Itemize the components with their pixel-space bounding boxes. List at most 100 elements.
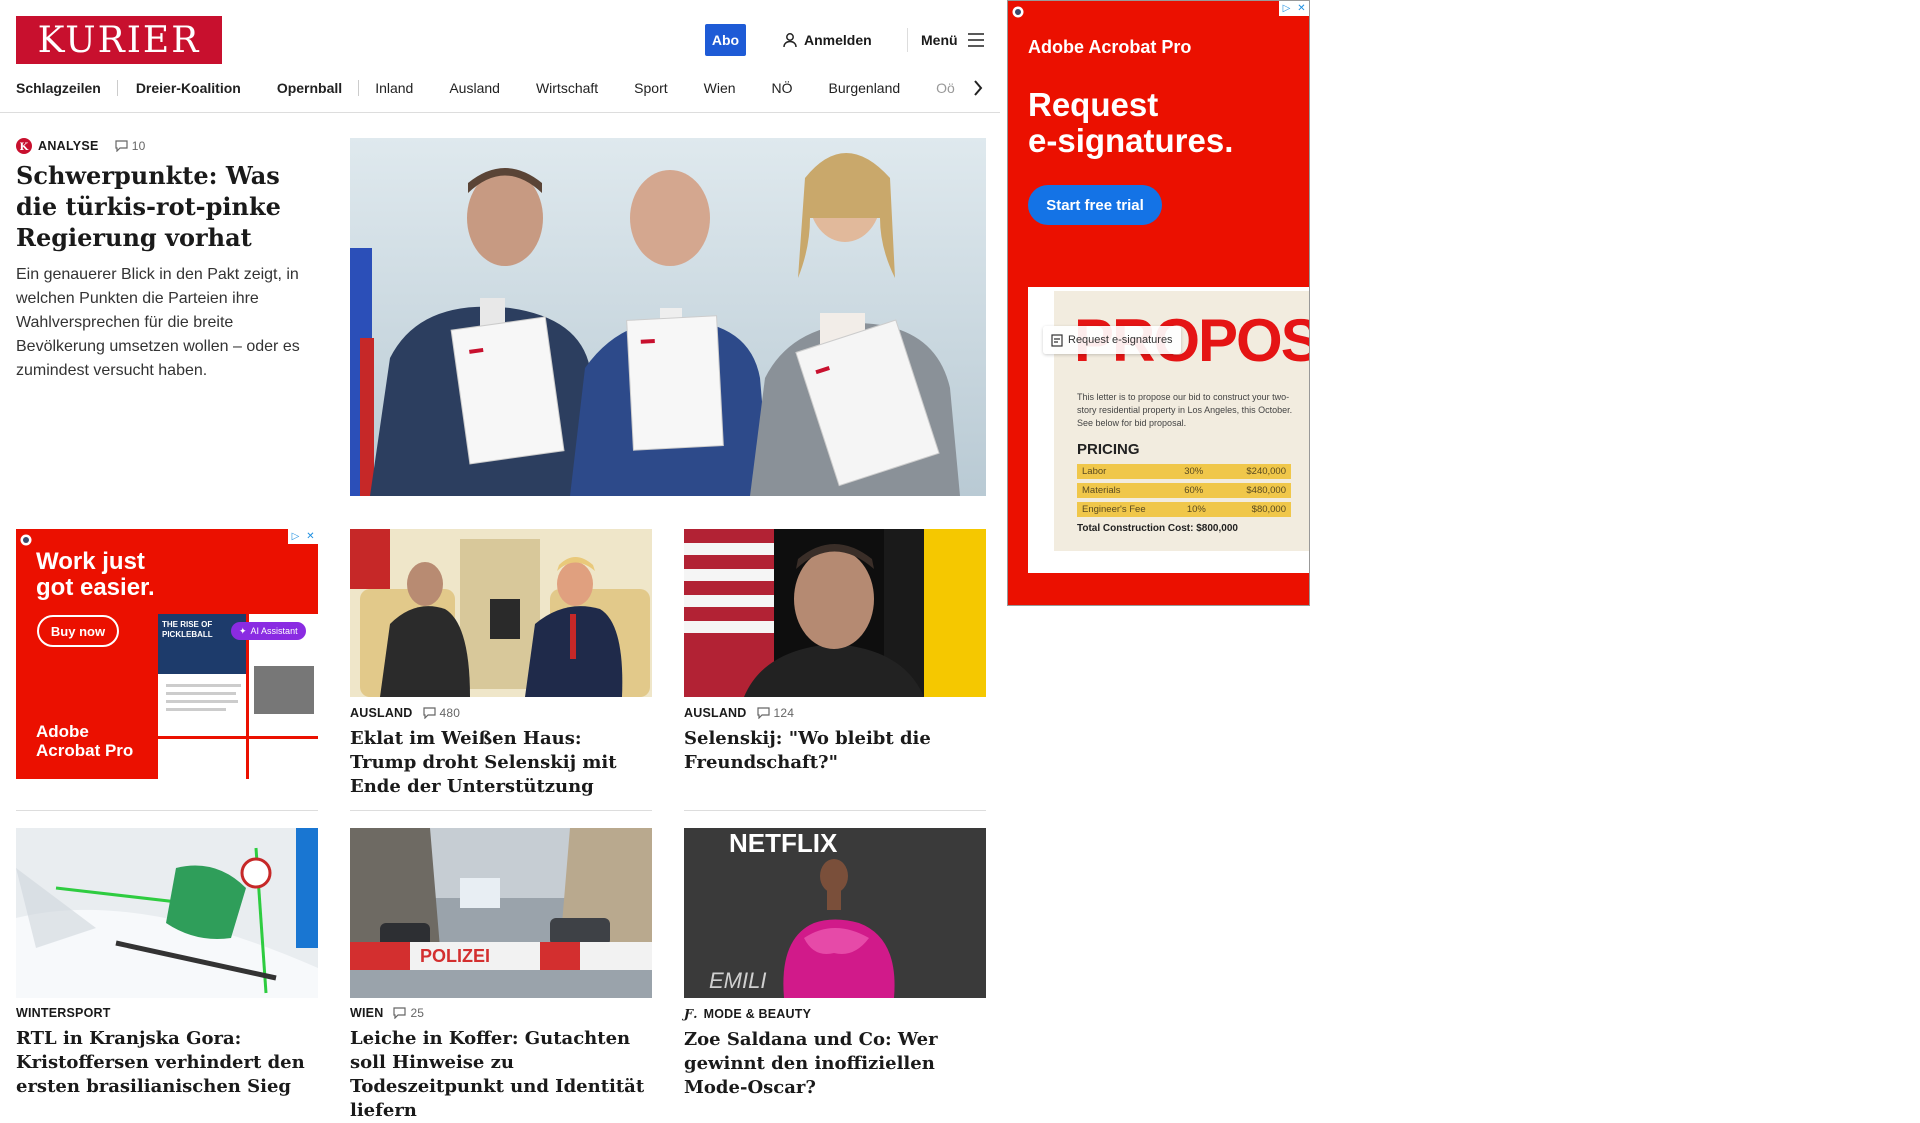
ad-choices[interactable]: ▷ ✕ xyxy=(1279,1,1309,16)
pricing-row: Materials 60% $480,000 xyxy=(1077,483,1291,498)
lead-comment-count[interactable]: 10 xyxy=(115,139,146,153)
card-3-image[interactable] xyxy=(16,828,318,998)
nav-scroll-right-button[interactable] xyxy=(968,76,988,100)
nav-item-opernball[interactable]: Opernball xyxy=(277,80,342,96)
card-4-comment-count[interactable]: 25 xyxy=(393,1006,424,1020)
row-divider xyxy=(684,810,986,811)
pricing-item: Labor xyxy=(1082,466,1107,477)
nav-divider xyxy=(116,80,118,96)
card-2-comment-value: 124 xyxy=(773,706,795,720)
nav-item-wien[interactable]: Wien xyxy=(704,80,736,96)
f-logo-icon: ƒ. xyxy=(684,1006,698,1021)
card-5-headline[interactable]: Zoe Saldana und Co: Wer gewinnt den inof… xyxy=(684,1028,986,1100)
pricing-row: Labor 30% $240,000 xyxy=(1077,464,1291,479)
menu-button[interactable]: Menü xyxy=(921,28,984,52)
comment-icon xyxy=(115,140,128,152)
card-3-text[interactable]: WINTERSPORT RTL in Kranjska Gora: Kristo… xyxy=(16,1006,318,1099)
menu-label: Menü xyxy=(921,32,958,48)
ai-sparkle-icon: ✦ xyxy=(239,625,247,636)
polizei-tape-text: POLIZEI xyxy=(420,946,490,966)
card-1-photo xyxy=(350,529,652,697)
card-3-category: WINTERSPORT xyxy=(16,1006,111,1020)
ad-big-brand: Adobe Acrobat Pro xyxy=(1028,37,1192,57)
header-divider-line xyxy=(0,112,1000,113)
nav-item-sport[interactable]: Sport xyxy=(634,80,667,96)
kurier-logo[interactable]: KURIER xyxy=(16,16,222,64)
card-2-kicker: AUSLAND 124 xyxy=(684,706,986,720)
pricing-pct: 10% xyxy=(1186,504,1206,515)
netflix-backdrop-text: NETFLIX xyxy=(729,828,838,858)
section-nav: Schlagzeilen Dreier-Koalition Opernball … xyxy=(16,76,986,100)
lead-headline[interactable]: Schwerpunkte: Was die türkis-rot-pinke R… xyxy=(16,160,316,253)
lead-image[interactable] xyxy=(350,138,986,496)
lead-kicker: K ANALYSE 10 xyxy=(16,138,316,154)
kurier-k-badge-icon: K xyxy=(16,138,32,154)
card-2-image[interactable] xyxy=(684,529,986,697)
comment-icon xyxy=(393,1007,407,1019)
nav-item-dreier-koalition[interactable]: Dreier-Koalition xyxy=(136,80,241,96)
ad-big-start-trial-button[interactable]: Start free trial xyxy=(1028,185,1162,225)
lead-story[interactable]: K ANALYSE 10 Schwerpunkte: Was die türki… xyxy=(16,138,316,383)
lead-photo xyxy=(350,138,986,496)
card-4-headline[interactable]: Leiche in Koffer: Gutachten soll Hinweis… xyxy=(350,1027,652,1123)
nav-item-inland[interactable]: Inland xyxy=(375,80,413,96)
lead-teaser: Ein genauerer Blick in den Pakt zeigt, i… xyxy=(16,266,300,379)
adchoices-icon[interactable]: ▷ xyxy=(288,529,303,544)
card-3-photo xyxy=(16,828,318,998)
nav-item-schlagzeilen[interactable]: Schlagzeilen xyxy=(16,80,101,96)
pricing-row: Engineer's Fee 10% $80,000 xyxy=(1077,502,1291,517)
row-divider xyxy=(350,810,652,811)
pricing-pct: 60% xyxy=(1184,485,1204,496)
card-5-kicker: ƒ. MODE & BEAUTY xyxy=(684,1006,986,1021)
hamburger-icon xyxy=(967,33,984,47)
card-1-headline[interactable]: Eklat im Weißen Haus: Trump droht Selens… xyxy=(350,727,652,799)
nav-divider xyxy=(358,80,360,96)
card-4-category: WIEN xyxy=(350,1006,384,1020)
pricing-pct: 30% xyxy=(1184,466,1204,477)
card-4-image[interactable]: POLIZEI xyxy=(350,828,652,998)
ad-adobe-large[interactable]: ▷ ✕ Adobe Acrobat Pro Request e-signature… xyxy=(1007,0,1310,606)
user-icon xyxy=(783,33,797,48)
nav-item-noe[interactable]: NÖ xyxy=(772,80,793,96)
card-5-image[interactable]: NETFLIX EMILI xyxy=(684,828,986,998)
ad-info-icon[interactable] xyxy=(20,533,32,551)
document-sign-icon xyxy=(1051,333,1063,347)
ad-small-headline-1: Work just xyxy=(36,548,145,575)
comment-icon xyxy=(756,707,770,719)
ad-close-icon[interactable]: ✕ xyxy=(1294,1,1309,16)
card-4-text[interactable]: WIEN 25 Leiche in Koffer: Gutachten soll… xyxy=(350,1006,652,1123)
login-label: Anmelden xyxy=(804,32,872,48)
lead-category: ANALYSE xyxy=(38,139,99,153)
card-3-headline[interactable]: RTL in Kranjska Gora: Kristoffersen verh… xyxy=(16,1027,318,1099)
pricing-amount: $240,000 xyxy=(1246,466,1286,477)
card-2-headline[interactable]: Selenskij: "Wo bleibt die Freundschaft?" xyxy=(684,727,986,775)
ad-small-brand-1: Adobe xyxy=(36,722,89,741)
ad-small-buy-button[interactable]: Buy now xyxy=(37,615,119,647)
card-1-image[interactable] xyxy=(350,529,652,697)
ad-close-icon[interactable]: ✕ xyxy=(303,529,318,544)
ad-big-chip-label: Request e-signatures xyxy=(1068,334,1173,346)
pricing-amount: $80,000 xyxy=(1251,504,1286,515)
abo-button[interactable]: Abo xyxy=(705,24,746,56)
nav-item-ausland[interactable]: Ausland xyxy=(449,80,500,96)
adchoices-icon[interactable]: ▷ xyxy=(1279,1,1294,16)
card-2-comment-count[interactable]: 124 xyxy=(756,706,795,720)
row-divider xyxy=(16,810,318,811)
login-button[interactable]: Anmelden xyxy=(782,28,872,52)
card-4-comment-value: 25 xyxy=(410,1006,425,1020)
nav-item-ooe[interactable]: Oö xyxy=(936,80,955,96)
card-2-photo xyxy=(684,529,986,697)
emilia-backdrop-text: EMILI xyxy=(709,968,766,993)
ad-big-pricing-table: Labor 30% $240,000 Materials 60% $480,00… xyxy=(1077,464,1291,534)
card-1-comment-count[interactable]: 480 xyxy=(422,706,461,720)
ad-choices[interactable]: ▷ ✕ xyxy=(288,529,318,544)
ad-small-ai-label: AI Assistant xyxy=(250,626,298,636)
nav-item-wirtschaft[interactable]: Wirtschaft xyxy=(536,80,598,96)
ad-small-ai-assistant-chip: ✦ AI Assistant xyxy=(231,622,306,640)
ad-adobe-small[interactable]: ▷ ✕ Work just got easier. Buy now Adobe A… xyxy=(16,529,318,779)
card-2-text[interactable]: AUSLAND 124 Selenskij: "Wo bleibt die Fr… xyxy=(684,706,986,775)
nav-item-burgenland[interactable]: Burgenland xyxy=(829,80,901,96)
card-5-text[interactable]: ƒ. MODE & BEAUTY Zoe Saldana und Co: Wer… xyxy=(684,1006,986,1100)
card-1-text[interactable]: AUSLAND 480 Eklat im Weißen Haus: Trump … xyxy=(350,706,652,799)
ad-info-icon[interactable] xyxy=(1012,5,1024,23)
